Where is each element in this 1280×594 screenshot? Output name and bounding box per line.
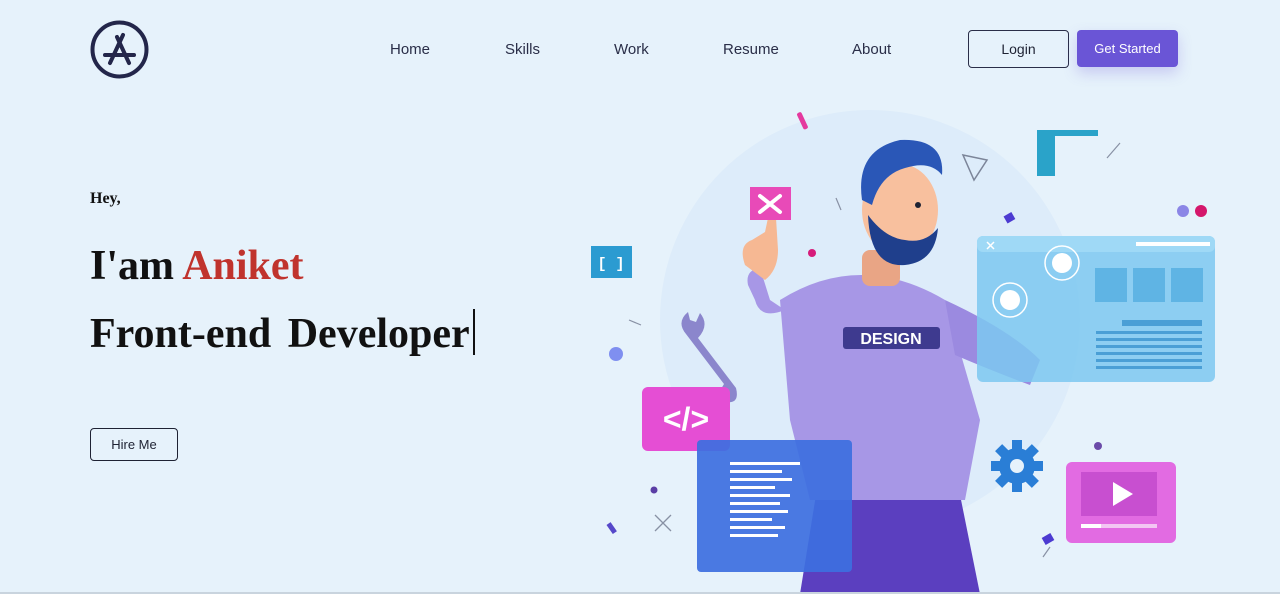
- document-panel: [697, 440, 852, 572]
- typing-caret: [472, 309, 475, 355]
- hero-greeting: Hey,: [90, 190, 121, 207]
- dot-violet: [650, 486, 658, 494]
- browser-block-3: [1171, 268, 1203, 302]
- shirt-label-text: DESIGN: [860, 331, 921, 348]
- dot-blue: [609, 347, 623, 361]
- cross-decor: [654, 514, 672, 532]
- slash-decor-3: [628, 319, 642, 326]
- confetti-indigo-2: [1041, 533, 1055, 545]
- person-eye: [915, 202, 921, 208]
- hero-role-line: Front-end Developer: [90, 309, 475, 358]
- touch-point-1-inner: [1000, 290, 1020, 310]
- login-button[interactable]: Login: [968, 30, 1069, 68]
- confetti-violet: [606, 522, 617, 535]
- hire-me-button[interactable]: Hire Me: [90, 428, 178, 461]
- hero-intro-prefix: I'am: [90, 243, 174, 289]
- touch-point-2-inner: [1052, 253, 1072, 273]
- browser-address-bar: [1136, 242, 1210, 246]
- browser-block-2: [1133, 268, 1165, 302]
- get-started-button[interactable]: Get Started: [1077, 30, 1178, 67]
- nav-home[interactable]: Home: [390, 41, 430, 58]
- nav-skills[interactable]: Skills: [505, 41, 540, 58]
- dot-purple-2: [1094, 442, 1102, 450]
- dot-pink: [808, 249, 816, 257]
- hero-name: Aniket: [182, 243, 304, 289]
- nav-about[interactable]: About: [852, 41, 891, 58]
- dot-magenta: [1195, 205, 1207, 217]
- browser-block-1: [1095, 268, 1127, 302]
- dot-purple: [1177, 205, 1189, 217]
- hero-intro: I'am Aniket: [90, 242, 304, 290]
- slash-decor-4: [1042, 546, 1051, 558]
- code-icon: </>: [663, 401, 709, 437]
- frame-corner-decor: [1037, 130, 1098, 176]
- nav-work[interactable]: Work: [614, 41, 649, 58]
- video-progress-fill: [1081, 524, 1101, 528]
- slash-decor-1: [1106, 142, 1121, 159]
- nav-resume[interactable]: Resume: [723, 41, 779, 58]
- logo-icon[interactable]: [90, 20, 149, 79]
- gear-icon: [991, 440, 1043, 492]
- bracket-text: [ ]: [597, 256, 624, 273]
- hero-role: Front-end Developer: [90, 311, 470, 357]
- developer-illustration: [ ] DESIGN </>: [591, 110, 1215, 594]
